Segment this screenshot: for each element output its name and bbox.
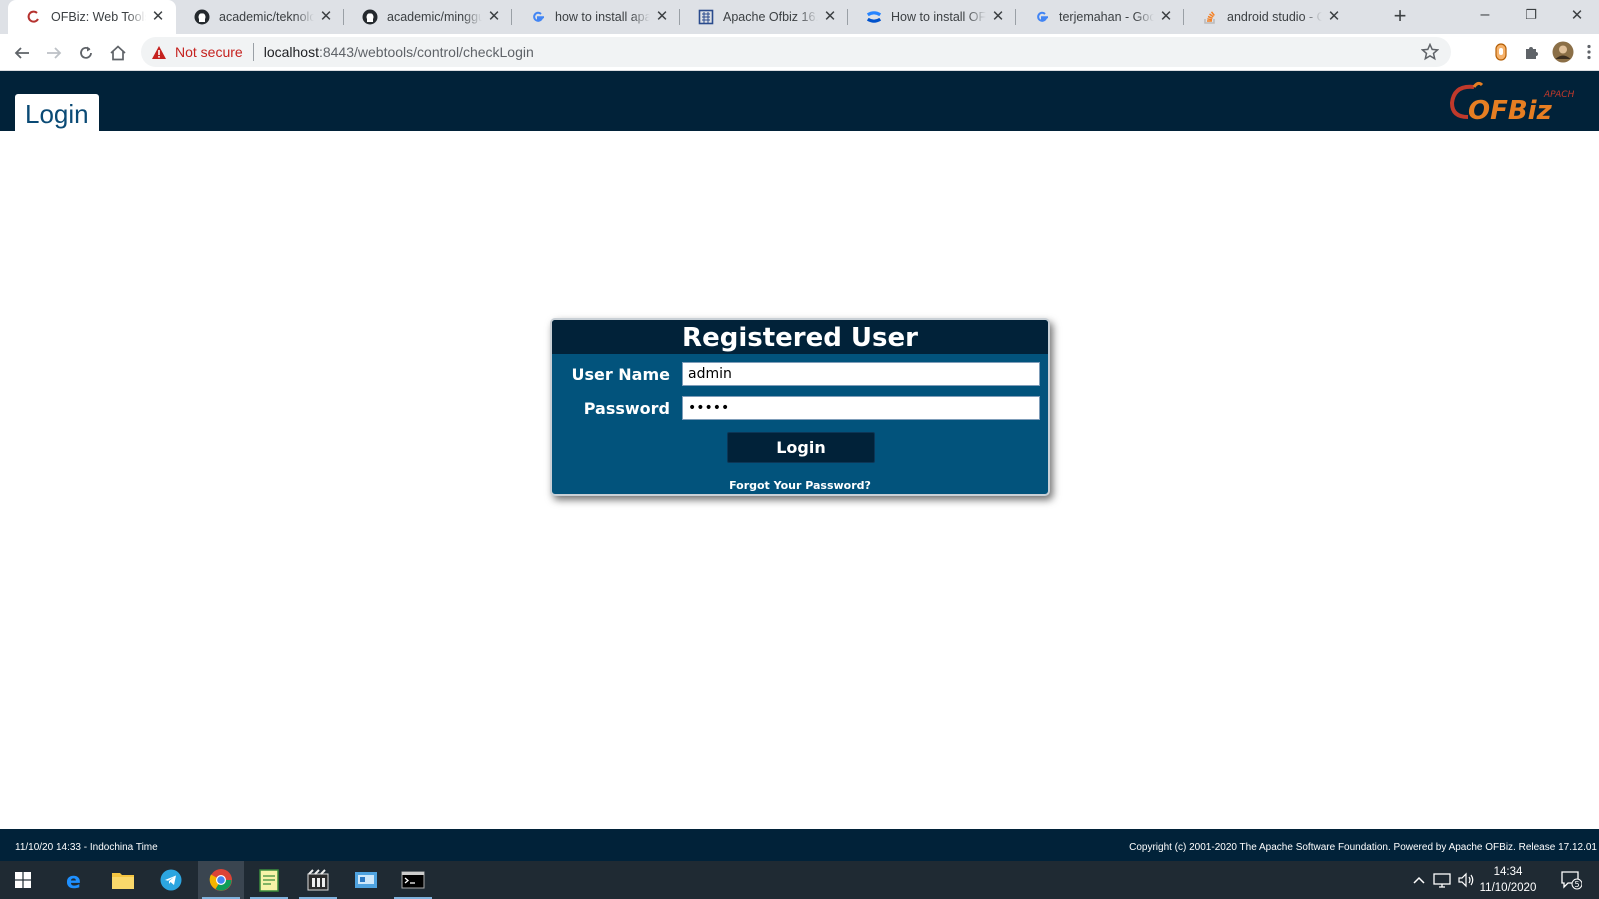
close-icon[interactable]: ✕	[654, 9, 670, 25]
terminal-icon[interactable]	[390, 861, 436, 899]
notepad-icon[interactable]	[246, 861, 292, 899]
warning-icon[interactable]	[151, 44, 167, 60]
svg-text:e: e	[66, 869, 81, 892]
tab-title: how to install apache	[555, 10, 650, 24]
forward-button[interactable]	[40, 39, 68, 67]
start-button[interactable]	[0, 861, 46, 899]
password-input[interactable]	[682, 396, 1040, 420]
address-bar[interactable]: Not secure localhost:8443/webtools/contr…	[141, 37, 1451, 67]
chevron-up-icon[interactable]	[1408, 861, 1430, 899]
password-row: Password	[552, 396, 1048, 420]
ofbiz-logo[interactable]: APACHE OFBiz	[1448, 77, 1580, 127]
tab-google-1[interactable]: how to install apache ✕	[512, 0, 680, 34]
url-host: localhost	[263, 44, 319, 60]
stackoverflow-icon	[1202, 9, 1218, 25]
notification-icon: 5	[1561, 871, 1582, 890]
tab-ofbiz-login[interactable]: OFBiz: Web Tools: Login ✕	[8, 0, 176, 34]
close-icon[interactable]: ✕	[990, 9, 1006, 25]
home-button[interactable]	[104, 39, 132, 67]
login-button[interactable]: Login	[727, 432, 875, 463]
notification-center-button[interactable]: 5	[1556, 861, 1586, 899]
logo-text: OFBiz	[1468, 96, 1553, 126]
tab-github-2[interactable]: academic/minggu-0 ✕	[344, 0, 512, 34]
profile-avatar[interactable]	[1552, 41, 1574, 63]
confluence-icon	[866, 9, 882, 25]
login-header-tab[interactable]: Login	[15, 94, 99, 131]
close-icon[interactable]: ✕	[1326, 9, 1342, 25]
close-icon[interactable]: ✕	[318, 9, 334, 25]
new-tab-button[interactable]: +	[1388, 5, 1412, 29]
restore-button[interactable]: ❐	[1508, 0, 1554, 30]
url-path: :8443/webtools/control/checkLogin	[318, 44, 534, 60]
windows-taskbar: e 14:34 11/10/2020 5	[0, 861, 1599, 899]
reload-icon	[80, 46, 92, 59]
chrome-icon[interactable]	[198, 861, 244, 899]
tab-confluence[interactable]: How to install OFBiz ✕	[848, 0, 1016, 34]
close-icon[interactable]: ✕	[486, 9, 502, 25]
clock-time: 14:34	[1493, 866, 1523, 878]
security-label[interactable]: Not secure	[175, 44, 243, 60]
url-text[interactable]: localhost:8443/webtools/control/checkLog…	[264, 44, 534, 60]
tab-google-2[interactable]: terjemahan - Google ✕	[1016, 0, 1184, 34]
browser-menu-icon[interactable]	[1582, 41, 1596, 63]
username-row: User Name	[552, 362, 1048, 386]
login-box-title: Registered User	[552, 320, 1048, 354]
google-icon	[530, 9, 546, 25]
tab-title: android studio - Cou	[1227, 10, 1322, 24]
close-icon[interactable]: ✕	[150, 9, 166, 25]
back-button[interactable]	[8, 39, 36, 67]
github-icon	[194, 9, 210, 25]
google-icon	[1034, 9, 1050, 25]
password-label: Password	[583, 399, 670, 418]
ofbiz-footer: 11/10/20 14:33 - Indochina Time Copyrigh…	[0, 829, 1599, 861]
media-editor-icon[interactable]	[295, 861, 341, 899]
close-icon[interactable]: ✕	[822, 9, 838, 25]
footer-copyright: Copyright (c) 2001-2020 The Apache Softw…	[1129, 842, 1597, 853]
taskbar-clock[interactable]: 14:34 11/10/2020	[1466, 864, 1550, 896]
browser-toolbar: Not secure localhost:8443/webtools/contr…	[0, 34, 1599, 71]
ofbiz-icon	[26, 9, 42, 25]
doc-icon	[698, 9, 714, 25]
tab-title: academic/minggu-0	[387, 10, 482, 24]
tab-apache-doc[interactable]: Apache Ofbiz 16.11. ✕	[680, 0, 848, 34]
reload-button[interactable]	[72, 39, 100, 67]
username-input[interactable]	[682, 362, 1040, 386]
github-icon	[362, 9, 378, 25]
footer-timestamp: 11/10/20 14:33 - Indochina Time	[15, 842, 158, 853]
ofbiz-header: Login APACHE OFBiz	[0, 71, 1599, 131]
file-explorer-icon[interactable]	[100, 861, 146, 899]
tab-title: OFBiz: Web Tools: Login	[51, 10, 146, 24]
login-box: Registered User User Name Password Login…	[550, 318, 1050, 496]
clock-date: 11/10/2020	[1479, 882, 1537, 894]
tab-strip: OFBiz: Web Tools: Login ✕ academic/tekno…	[0, 0, 1599, 34]
notification-count: 5	[1574, 880, 1579, 889]
home-icon	[110, 45, 126, 61]
forgot-password-link[interactable]: Forgot Your Password?	[552, 479, 1048, 492]
windows-logo-icon	[15, 872, 31, 888]
tab-title: terjemahan - Google	[1059, 10, 1154, 24]
username-label: User Name	[571, 365, 670, 384]
minimize-button[interactable]: –	[1462, 0, 1508, 30]
tab-github-1[interactable]: academic/teknologi ✕	[176, 0, 344, 34]
tab-stackoverflow[interactable]: android studio - Cou ✕	[1184, 0, 1352, 34]
extensions-puzzle-icon[interactable]	[1521, 41, 1543, 63]
tab-title: How to install OFBiz	[891, 10, 986, 24]
control-panel-icon[interactable]	[343, 861, 389, 899]
edge-icon[interactable]: e	[52, 861, 98, 899]
back-arrow-icon	[14, 47, 29, 59]
window-close-button[interactable]: ✕	[1554, 0, 1599, 30]
network-icon[interactable]	[1430, 861, 1454, 899]
close-icon[interactable]: ✕	[1158, 9, 1174, 25]
tab-title: Apache Ofbiz 16.11.	[723, 10, 818, 24]
telegram-icon[interactable]	[148, 861, 194, 899]
forward-arrow-icon	[47, 47, 62, 59]
bookmark-star-icon[interactable]	[1421, 43, 1439, 61]
extension-icon[interactable]	[1490, 41, 1512, 63]
tab-title: academic/teknologi	[219, 10, 314, 24]
